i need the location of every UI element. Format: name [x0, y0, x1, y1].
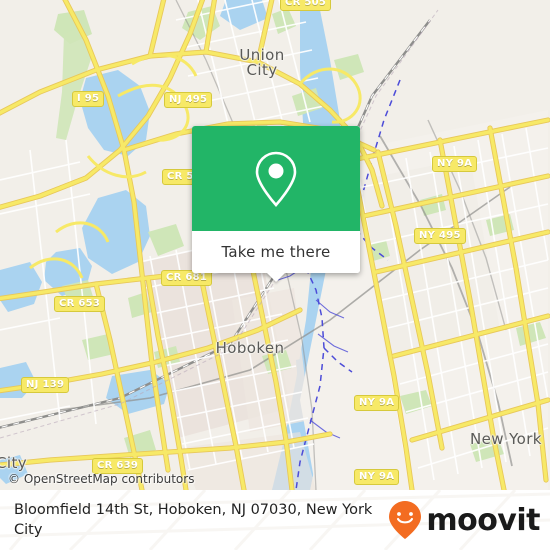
shield-ny-9a-2[interactable]: NY 9A	[354, 395, 400, 411]
popup-footer[interactable]: Take me there	[192, 231, 360, 282]
location-popup[interactable]: Take me there	[192, 126, 360, 282]
shield-ny-9a-1[interactable]: NY 9A	[432, 156, 478, 172]
shield-cr-505-top[interactable]: CR 505	[280, 0, 332, 11]
shield-ny-495[interactable]: NY 495	[414, 228, 466, 244]
moovit-pin-icon	[389, 501, 422, 539]
osm-attribution[interactable]: © OpenStreetMap contributors	[8, 472, 194, 486]
shield-i-95[interactable]: I 95	[72, 91, 105, 107]
popup-header	[192, 126, 360, 231]
shield-ny-9a-3[interactable]: NY 9A	[354, 469, 400, 485]
shield-nj-495[interactable]: NJ 495	[164, 92, 213, 108]
moovit-wordmark: moovit	[426, 502, 540, 538]
shield-cr-653[interactable]: CR 653	[54, 296, 106, 312]
location-pin-icon	[255, 151, 297, 207]
popup-pointer	[266, 272, 286, 282]
moovit-brand[interactable]: moovit	[387, 500, 540, 540]
map-canvas[interactable]: Union City Hoboken New York City CR 505 …	[0, 0, 550, 490]
address-text: Bloomfield 14th St, Hoboken, NJ 07030, N…	[14, 502, 373, 538]
take-me-there-label: Take me there	[221, 243, 331, 261]
map-screenshot: Union City Hoboken New York City CR 505 …	[0, 0, 550, 550]
shield-nj-139[interactable]: NJ 139	[21, 377, 70, 393]
footer-bar: Bloomfield 14th St, Hoboken, NJ 07030, N…	[0, 490, 550, 550]
